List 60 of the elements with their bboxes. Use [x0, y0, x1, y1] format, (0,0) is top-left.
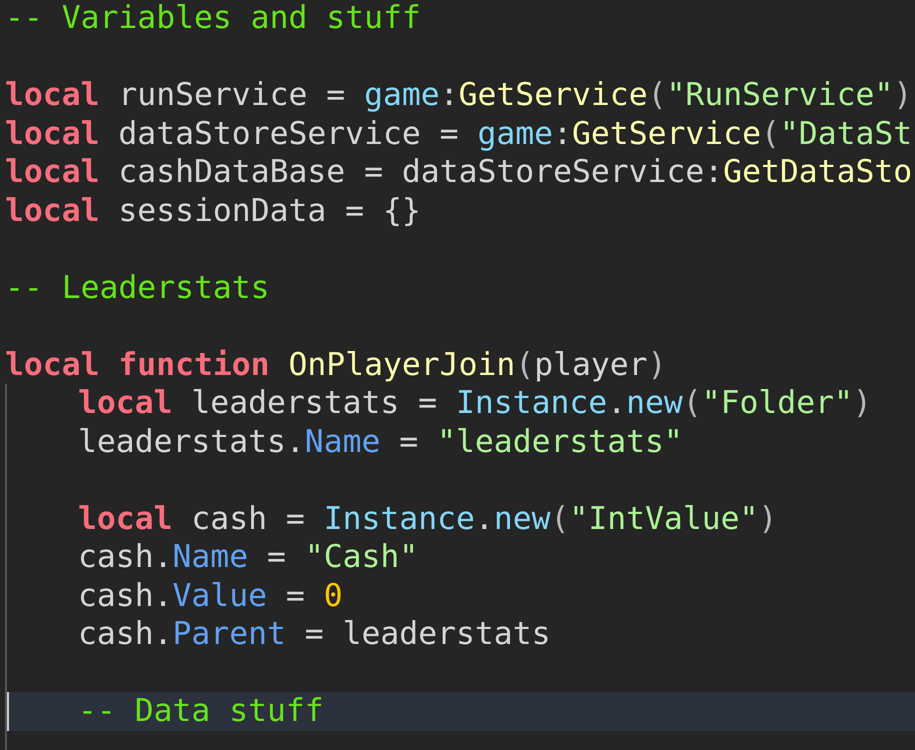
code-number: 0 [324, 576, 343, 615]
code-global: Instance [456, 384, 608, 422]
code-string: "RunService" [666, 76, 894, 114]
code-text: : [553, 114, 572, 153]
code-property: Name [304, 422, 380, 461]
code-text: cash. [78, 615, 172, 654]
code-text: cash. [78, 576, 172, 615]
code-property: Name [172, 538, 248, 576]
code-keyword: local [5, 76, 100, 114]
code-property: Parent [172, 615, 286, 654]
code-method: GetService [458, 76, 648, 114]
code-text: = [266, 538, 287, 576]
code-string: "IntValue" [569, 500, 758, 538]
code-global: new [626, 384, 683, 422]
code-keyword: local [5, 346, 100, 384]
code-string: "leaderstats" [437, 422, 683, 461]
code-method: OnPlayerJoin [288, 346, 516, 384]
code-text: . [607, 384, 626, 422]
code-punctuation: ) [758, 500, 778, 538]
code-text: : [440, 76, 459, 114]
code-punctuation: ) [648, 346, 666, 384]
code-comment: -- Leaderstats [5, 268, 270, 307]
code-text: player [534, 346, 648, 384]
code-text: leaderstats = [190, 384, 438, 422]
code-keyword: local [78, 500, 172, 538]
code-text: cash. [78, 538, 172, 576]
code-punctuation: ( [761, 114, 780, 153]
code-text: runService = [117, 76, 346, 114]
code-text: dataStoreService = [117, 114, 460, 153]
code-comment: -- Variables and stuff [5, 0, 421, 38]
code-keyword: local [5, 114, 100, 153]
code-string: "Folder" [702, 384, 853, 422]
code-text: = [398, 422, 420, 461]
code-keyword: local [5, 192, 100, 230]
code-keyword: local [78, 384, 172, 422]
code-punctuation: ) [893, 76, 912, 114]
code-text: cash = [190, 500, 306, 538]
code-global: Instance [324, 500, 475, 538]
code-text: leaderstats. [78, 422, 305, 461]
code-method: GetService [572, 114, 761, 153]
code-global: new [494, 500, 551, 538]
code-string: "Cash" [304, 538, 418, 576]
code-punctuation: ( [515, 346, 534, 384]
code-text: sessionData = {} [117, 192, 421, 230]
code-punctuation: ( [682, 384, 702, 422]
code-string: "DataSt [780, 114, 912, 153]
code-comment: -- Data stuff [78, 692, 324, 730]
code-property: Value [172, 576, 267, 615]
code-punctuation: ( [550, 500, 570, 538]
code-global: game [364, 76, 440, 114]
code-text: cashDataBase = dataStoreService: [117, 153, 724, 192]
code-global: game [477, 114, 554, 153]
code-punctuation: ( [648, 76, 667, 114]
code-method: GetDataSto [723, 153, 912, 192]
code-text: . [474, 500, 494, 538]
code-text: = [284, 576, 306, 615]
code-text: = leaderstats [304, 615, 550, 654]
code-keyword: function [118, 346, 270, 384]
code-punctuation: ) [852, 384, 872, 422]
code-keyword: local [5, 153, 100, 192]
